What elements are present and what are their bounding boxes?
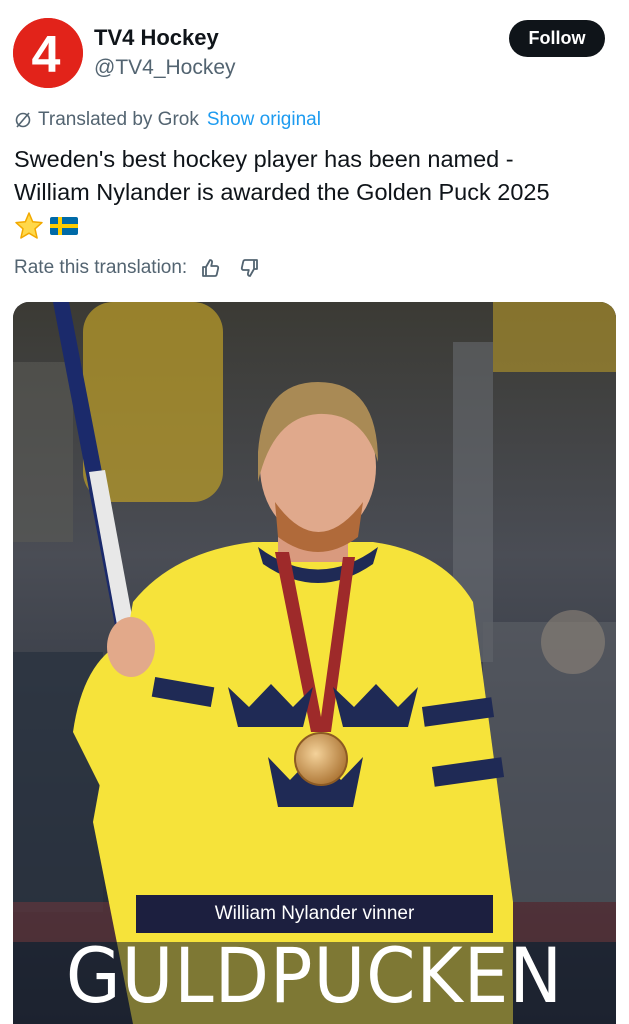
user-handle[interactable]: @TV4_Hockey — [94, 56, 236, 80]
tv4-logo-icon: 4 — [13, 18, 83, 88]
emoji-row — [14, 210, 78, 242]
tweet-media-image[interactable]: William Nylander vinner GULDPUCKEN — [13, 302, 616, 1024]
tweet-text-line: William Nylander is awarded the Golden P… — [14, 179, 550, 205]
avatar[interactable]: 4 — [13, 18, 83, 88]
tweet-text-line: Sweden's best hockey player has been nam… — [14, 146, 514, 172]
svg-text:4: 4 — [32, 26, 61, 84]
translation-notice: Translated by Grok Show original — [14, 108, 321, 132]
tweet-text: Sweden's best hockey player has been nam… — [14, 143, 624, 209]
rate-label: Rate this translation: — [14, 257, 188, 278]
display-name[interactable]: TV4 Hockey — [94, 25, 219, 51]
rate-translation: Rate this translation: — [14, 255, 261, 281]
image-caption-bar: William Nylander vinner — [136, 895, 493, 933]
translated-by-label: Translated by Grok — [38, 109, 199, 130]
thumbs-down-icon[interactable] — [237, 256, 261, 280]
thumbs-up-icon[interactable] — [199, 256, 223, 280]
star-icon — [15, 212, 43, 239]
slash-circle-icon — [15, 112, 31, 128]
follow-button[interactable]: Follow — [509, 20, 605, 57]
image-headline: GULDPUCKEN — [65, 930, 564, 1020]
sweden-flag-icon — [50, 217, 78, 235]
show-original-link[interactable]: Show original — [207, 109, 321, 131]
